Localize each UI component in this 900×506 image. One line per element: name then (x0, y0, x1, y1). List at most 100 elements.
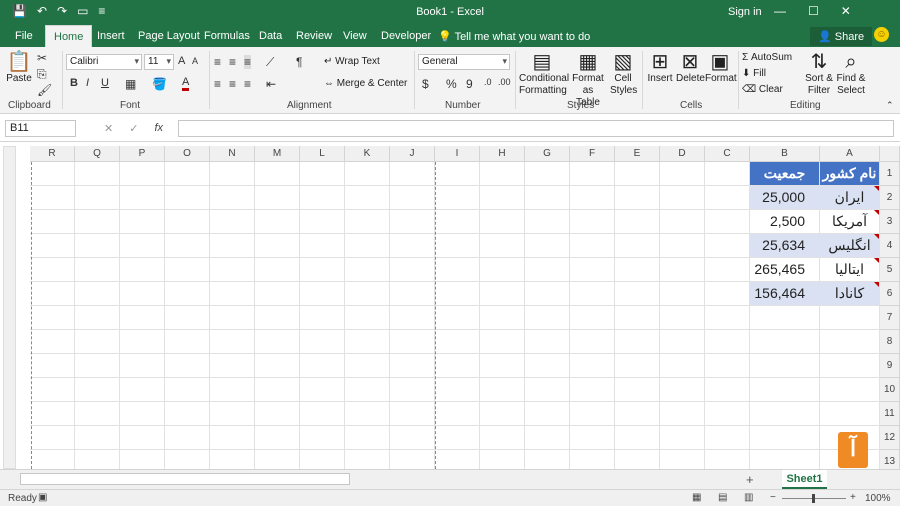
cell[interactable] (705, 378, 750, 402)
column-header-p[interactable]: P (120, 146, 165, 162)
tab-view[interactable]: View (343, 30, 367, 42)
cell[interactable] (75, 234, 120, 258)
cell[interactable] (750, 306, 820, 330)
cell[interactable] (615, 378, 660, 402)
worksheet-grid[interactable]: R Q P O N M L K J I H G F E D C B A 1 جمعیت نام کشور 2 25,000 ا… (0, 142, 900, 469)
column-header-n[interactable]: N (210, 146, 255, 162)
cell[interactable] (525, 306, 570, 330)
cell[interactable] (390, 330, 435, 354)
orientation-icon[interactable]: ⟋ (266, 55, 274, 70)
cell[interactable] (30, 186, 75, 210)
cell[interactable] (750, 402, 820, 426)
column-header-m[interactable]: M (255, 146, 300, 162)
cell[interactable] (660, 234, 705, 258)
cell[interactable] (525, 354, 570, 378)
cell[interactable] (570, 210, 615, 234)
cell[interactable] (210, 402, 255, 426)
cell[interactable] (570, 234, 615, 258)
cell[interactable] (165, 234, 210, 258)
align-middle-icon[interactable]: ≡ (229, 55, 236, 69)
row-header-13[interactable]: 13 (880, 450, 900, 469)
cell[interactable] (820, 330, 880, 354)
cell[interactable] (435, 354, 480, 378)
cell[interactable] (255, 450, 300, 469)
cell[interactable] (525, 210, 570, 234)
cell[interactable] (435, 282, 480, 306)
cell[interactable] (435, 402, 480, 426)
row-header-10[interactable]: 10 (880, 378, 900, 402)
cell[interactable] (210, 234, 255, 258)
cell[interactable] (255, 306, 300, 330)
row-header-2[interactable]: 2 (880, 186, 900, 210)
cell[interactable] (435, 450, 480, 469)
cell[interactable] (480, 402, 525, 426)
insert-function-icon[interactable]: fx (154, 122, 163, 135)
cell[interactable] (255, 378, 300, 402)
zoom-level[interactable]: 100% (865, 493, 891, 504)
cell[interactable] (390, 282, 435, 306)
cell[interactable] (30, 162, 75, 186)
cell[interactable] (435, 258, 480, 282)
cell[interactable] (570, 330, 615, 354)
cell[interactable] (390, 354, 435, 378)
cell[interactable] (660, 210, 705, 234)
cell[interactable] (210, 426, 255, 450)
sort-filter-button[interactable]: ⇅ Sort & Filter (804, 51, 834, 97)
wrap-text-button[interactable]: ↵ Wrap Text (324, 56, 380, 68)
format-painter-icon[interactable]: 🖌 (37, 83, 52, 97)
cell[interactable] (435, 162, 480, 186)
sign-in-link[interactable]: Sign in (728, 6, 762, 18)
fill-button[interactable]: ⬇ Fill (742, 68, 766, 80)
format-cells-button[interactable]: ▣ Format (705, 51, 737, 85)
bold-button[interactable]: B (70, 77, 78, 89)
cell[interactable] (660, 402, 705, 426)
italic-button[interactable]: I (86, 77, 89, 89)
zoom-out-button[interactable]: − (770, 492, 776, 503)
cell[interactable] (390, 210, 435, 234)
font-size-select[interactable]: 11 (144, 54, 174, 70)
cell[interactable] (615, 426, 660, 450)
cell[interactable] (480, 354, 525, 378)
cell[interactable] (820, 306, 880, 330)
cell[interactable] (345, 210, 390, 234)
cell[interactable] (120, 354, 165, 378)
cell[interactable] (750, 330, 820, 354)
country-cell[interactable]: کانادا (820, 282, 880, 306)
name-box[interactable]: B11 (5, 120, 76, 137)
underline-button[interactable]: U (101, 77, 109, 89)
normal-view-icon[interactable]: ▦ (692, 492, 701, 503)
zoom-in-button[interactable]: + (850, 492, 856, 503)
column-header-i[interactable]: I (435, 146, 480, 162)
vertical-scrollbar[interactable] (3, 146, 16, 469)
cell[interactable] (75, 402, 120, 426)
enter-icon[interactable]: ✓ (129, 122, 138, 135)
cell[interactable] (660, 354, 705, 378)
cell[interactable] (75, 162, 120, 186)
cell[interactable] (660, 258, 705, 282)
select-all-corner[interactable] (880, 146, 900, 162)
cell[interactable] (300, 426, 345, 450)
row-header-5[interactable]: 5 (880, 258, 900, 282)
cell[interactable] (570, 378, 615, 402)
cell[interactable] (300, 402, 345, 426)
cell[interactable] (120, 306, 165, 330)
grow-font-icon[interactable]: A (178, 55, 185, 67)
cell[interactable] (210, 210, 255, 234)
population-cell[interactable]: 156,464 (750, 282, 820, 306)
cell[interactable] (120, 282, 165, 306)
align-left-icon[interactable]: ≡ (214, 77, 221, 91)
clear-button[interactable]: ⌫ Clear (742, 84, 783, 96)
cell[interactable] (300, 234, 345, 258)
cell[interactable] (570, 186, 615, 210)
cell[interactable] (480, 258, 525, 282)
cell[interactable] (30, 378, 75, 402)
cell[interactable] (165, 426, 210, 450)
country-cell[interactable]: انگلیس (820, 234, 880, 258)
cell[interactable] (75, 330, 120, 354)
population-cell[interactable]: 265,465 (750, 258, 820, 282)
column-header-d[interactable]: D (660, 146, 705, 162)
cell[interactable] (300, 306, 345, 330)
cell[interactable] (345, 378, 390, 402)
cell[interactable] (705, 234, 750, 258)
column-header-g[interactable]: G (525, 146, 570, 162)
